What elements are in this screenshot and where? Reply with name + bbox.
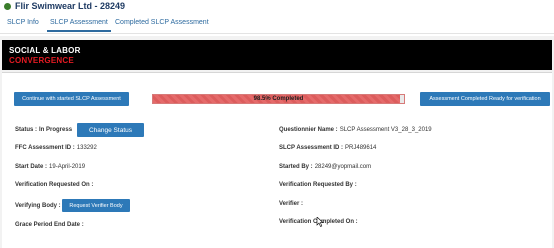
tab-bar: SLCP Info SLCP Assessment Completed SLCP… [0, 14, 554, 34]
brand-line-2: CONVERGENCE [9, 56, 74, 65]
ffc-assessment-id-field: FFC Assessment ID :133292 [15, 145, 97, 151]
verification-requested-on-label: Verification Requested On : [15, 182, 94, 188]
questionnaire-name-value: SLCP Assessment V3_28_3_2019 [339, 127, 432, 133]
grace-period-end-date-field: Grace Period End Date : [15, 222, 86, 228]
verification-requested-by-field: Verification Requested By : [279, 182, 359, 188]
start-date-field: Start Date :19-April-2019 [15, 164, 85, 170]
status-field: Status : In Progress [15, 127, 72, 133]
grace-period-end-date-label: Grace Period End Date : [15, 222, 84, 228]
start-date-label: Start Date : [15, 164, 48, 170]
verification-requested-by-label: Verification Requested By : [279, 182, 357, 188]
started-by-field: Started By :28249@yopmail.com [279, 164, 371, 170]
verification-requested-on-field: Verification Requested On : [15, 182, 95, 188]
brand-line-1: SOCIAL & LABOR [9, 46, 81, 55]
status-dot-icon [4, 2, 11, 10]
started-by-label: Started By : [279, 164, 313, 170]
company-name: Flir Swimwear Ltd - 28249 [15, 1, 126, 11]
top-bar: Flir Swimwear Ltd - 28249 [0, 0, 554, 12]
continue-assessment-button[interactable]: Continue with started SLCP Assessment [14, 92, 129, 106]
start-date-value: 19-April-2019 [49, 164, 86, 170]
slcp-assessment-id-field: SLCP Assessment ID : PRJ489614 [279, 145, 376, 151]
questionnaire-name-label: Questionnier Name : [279, 127, 338, 133]
verifying-body-label: Verifying Body : [15, 203, 61, 209]
company-header: Flir Swimwear Ltd - 28249 [4, 0, 125, 12]
progress-bar: 98.5% Completed [152, 94, 405, 104]
slcp-assessment-id-value: PRJ489614 [345, 145, 377, 151]
ffc-assessment-id-value: 133292 [76, 145, 97, 151]
tab-slcp-assessment[interactable]: SLCP Assessment [47, 16, 111, 32]
verifier-field: Verifier : [279, 201, 305, 207]
verifier-label: Verifier : [279, 201, 304, 207]
verifying-body-field: Verifying Body : [15, 203, 61, 209]
change-status-button[interactable]: Change Status [77, 123, 144, 137]
progress-text: 98.5% Completed [253, 96, 304, 102]
slcp-banner: SOCIAL & LABOR CONVERGENCE [2, 40, 552, 70]
assessment-completed-button[interactable]: Assessment Completed Ready for verificat… [420, 92, 550, 106]
status-value: In Progress [39, 127, 73, 133]
tab-completed-slcp-assessment[interactable]: Completed SLCP Assessment [115, 16, 209, 32]
status-label: Status : [15, 127, 38, 133]
mouse-pointer-icon [316, 217, 324, 227]
questionnaire-name-field: Questionnier Name : SLCP Assessment V3_28… [279, 127, 432, 133]
tab-slcp-info[interactable]: SLCP Info [7, 16, 39, 32]
started-by-value: 28249@yopmail.com [314, 164, 372, 170]
ffc-assessment-id-label: FFC Assessment ID : [15, 145, 75, 151]
request-verifier-body-button[interactable]: Request Verifier Body [62, 199, 130, 212]
slcp-assessment-id-label: SLCP Assessment ID : [279, 145, 344, 151]
